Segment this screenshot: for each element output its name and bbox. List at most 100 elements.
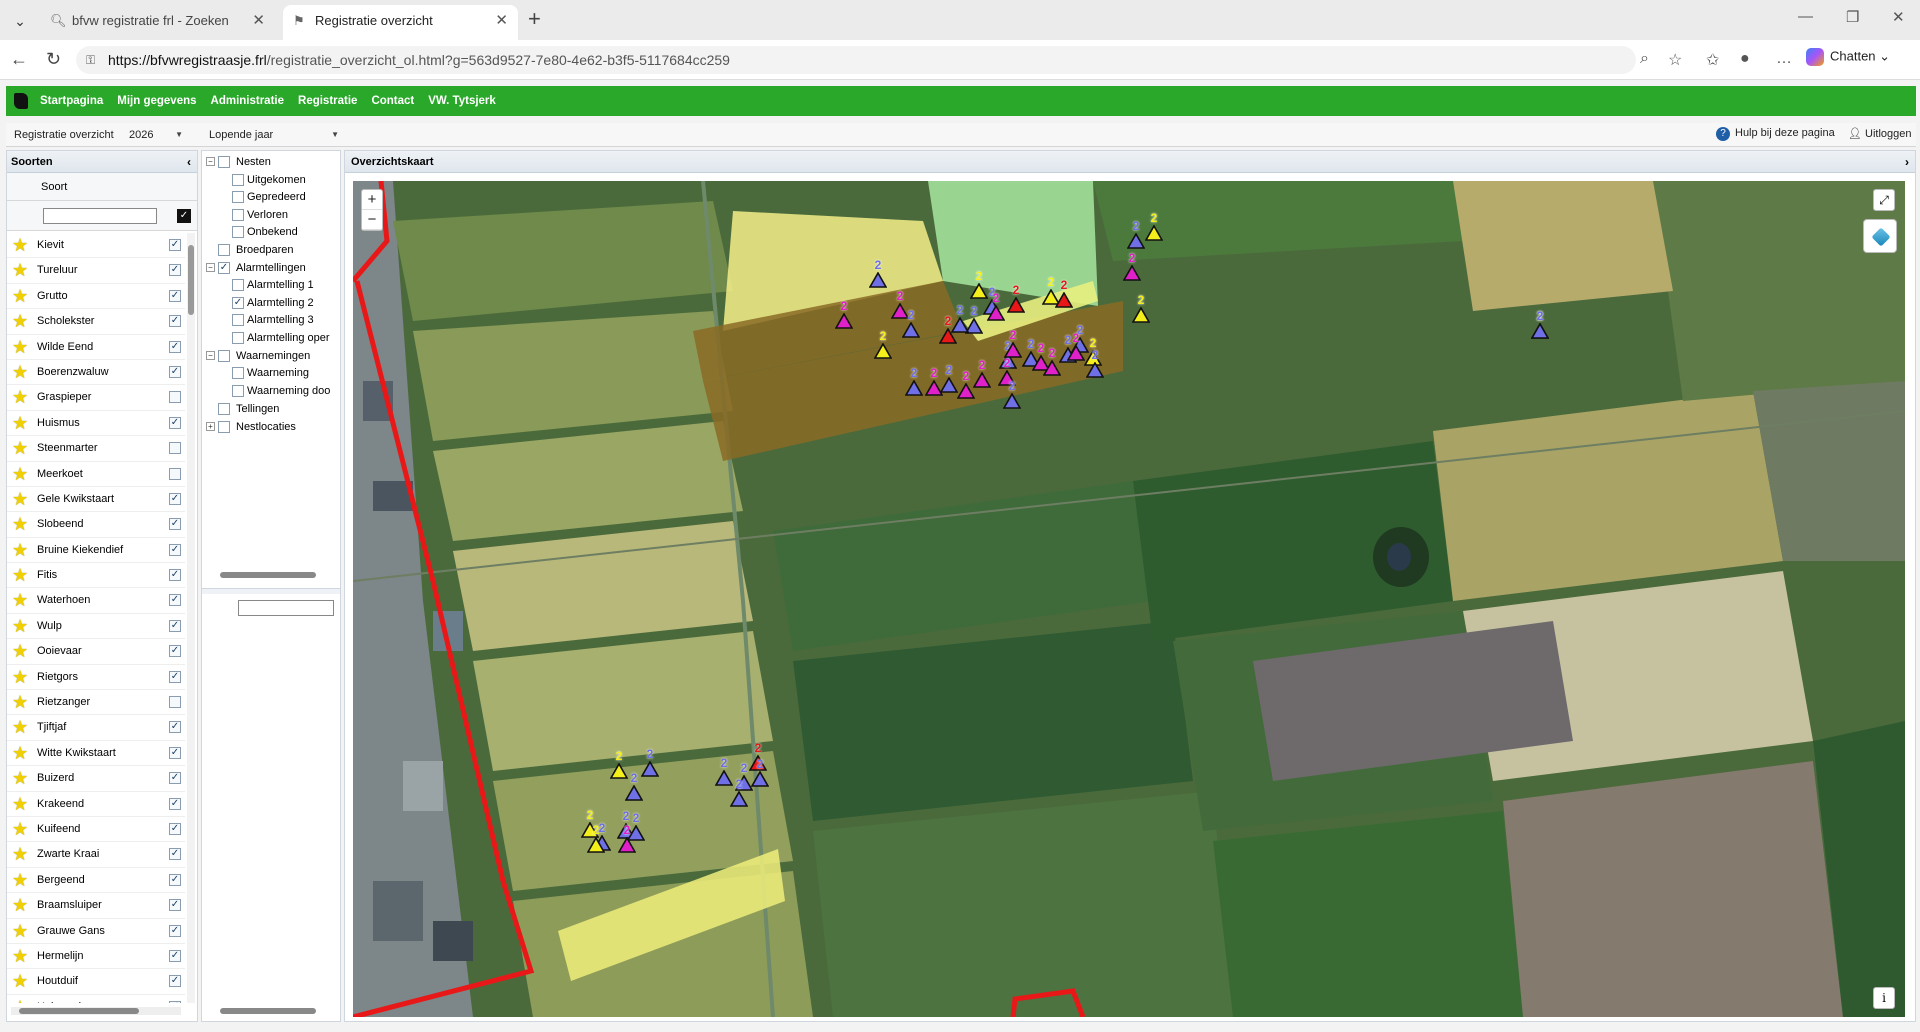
- species-checkbox[interactable]: [169, 391, 181, 404]
- alarm-marker-blue[interactable]: 2: [900, 308, 922, 346]
- tree-checkbox[interactable]: [218, 244, 230, 256]
- species-row[interactable]: ★ Wulp ✓: [7, 614, 185, 640]
- species-checkbox[interactable]: ✓: [169, 1000, 181, 1003]
- scroll-thumb[interactable]: [188, 245, 194, 315]
- species-checkbox[interactable]: ✓: [169, 365, 181, 378]
- species-row[interactable]: ★ Braamsluiper ✓: [7, 893, 185, 919]
- species-checkbox[interactable]: ✓: [169, 315, 181, 328]
- species-row[interactable]: ★ Wilde Eend ✓: [7, 335, 185, 360]
- tab-list-chevron-icon[interactable]: ⌄: [6, 8, 34, 34]
- species-checkbox[interactable]: ✓: [169, 264, 181, 277]
- alarm-marker-yellow[interactable]: 2: [872, 329, 894, 367]
- species-row[interactable]: ★ Rietzanger: [7, 690, 185, 716]
- tree-checkbox[interactable]: [232, 209, 244, 221]
- species-checkbox[interactable]: [169, 467, 181, 480]
- tree-checkbox[interactable]: ✓: [232, 297, 244, 309]
- species-row[interactable]: ★ Hermelijn ✓: [7, 944, 185, 970]
- menu-startpagina[interactable]: Startpagina: [40, 95, 103, 107]
- alarm-marker-blue[interactable]: 2: [1529, 309, 1551, 347]
- browser-tab-search[interactable]: 🔍︎ bfvw registratie frl - Zoeken ✕: [40, 5, 275, 40]
- species-row[interactable]: ★ Steenmarter: [7, 436, 185, 462]
- species-checkbox[interactable]: ✓: [169, 569, 181, 582]
- alarm-marker-magenta[interactable]: 2: [1121, 251, 1143, 289]
- select-all-checkbox[interactable]: ✓: [177, 209, 191, 223]
- species-row[interactable]: ★ Witte Kwikstaart ✓: [7, 741, 185, 767]
- tree-checkbox[interactable]: ✓: [218, 262, 230, 274]
- species-checkbox[interactable]: [169, 442, 181, 455]
- expand-toggle-icon[interactable]: −: [206, 351, 215, 360]
- more-icon[interactable]: …: [1776, 50, 1792, 68]
- expand-toggle-icon[interactable]: −: [206, 157, 215, 166]
- tree-checkbox[interactable]: [232, 191, 244, 203]
- layer-switcher-button[interactable]: [1863, 219, 1897, 253]
- species-checkbox[interactable]: [169, 696, 181, 709]
- species-checkbox[interactable]: ✓: [169, 848, 181, 861]
- species-checkbox[interactable]: ✓: [169, 518, 181, 531]
- minimize-icon[interactable]: —: [1798, 8, 1813, 25]
- alarm-marker-blue[interactable]: 2: [867, 258, 889, 296]
- close-tab-icon[interactable]: ✕: [252, 5, 265, 37]
- browser-tab-registratie[interactable]: ⚑ Registratie overzicht ✕: [283, 5, 518, 40]
- alarm-marker-magenta[interactable]: 2: [616, 823, 638, 861]
- zoom-out-button[interactable]: −: [362, 210, 382, 230]
- species-row[interactable]: ★ Houtduif ✓: [7, 969, 185, 995]
- species-row[interactable]: ★ Kuifeend ✓: [7, 817, 185, 843]
- species-row[interactable]: ★ Slobeend ✓: [7, 512, 185, 538]
- species-row[interactable]: ★ Gele Kwikstaart ✓: [7, 487, 185, 513]
- tree-checkbox[interactable]: [218, 350, 230, 362]
- panel-splitter[interactable]: [202, 588, 340, 594]
- alarm-marker-red[interactable]: 2: [1053, 278, 1075, 316]
- favorites-icon[interactable]: ✩: [1706, 50, 1719, 70]
- close-tab-icon[interactable]: ✕: [495, 5, 508, 37]
- expand-toggle-icon[interactable]: −: [206, 263, 215, 272]
- species-checkbox[interactable]: ✓: [169, 924, 181, 937]
- tree-checkbox[interactable]: [232, 367, 244, 379]
- species-row[interactable]: ★ Fitis ✓: [7, 563, 185, 589]
- year-select[interactable]: 2026 ▼: [124, 126, 188, 144]
- tree-checkbox[interactable]: [218, 156, 230, 168]
- species-row[interactable]: ★ Ooievaar ✓: [7, 639, 185, 665]
- tree-bottom-scrollbar[interactable]: [206, 1007, 336, 1015]
- alarm-marker-red[interactable]: 2: [1005, 283, 1027, 321]
- species-checkbox[interactable]: ✓: [169, 416, 181, 429]
- close-window-icon[interactable]: ✕: [1892, 8, 1905, 26]
- species-checkbox[interactable]: ✓: [169, 645, 181, 658]
- species-row[interactable]: ★ Grutto ✓: [7, 284, 185, 310]
- species-checkbox[interactable]: ✓: [169, 899, 181, 912]
- species-row[interactable]: ★ Kievit ✓: [7, 233, 185, 259]
- tree-checkbox[interactable]: [232, 314, 244, 326]
- species-row[interactable]: ★ Boerenzwaluw ✓: [7, 360, 185, 386]
- alarm-marker-magenta[interactable]: 2: [833, 299, 855, 337]
- reload-icon[interactable]: ↻: [46, 49, 61, 70]
- menu-vw-tytsjerk[interactable]: VW. Tytsjerk: [428, 95, 496, 107]
- profile-avatar-icon[interactable]: ●: [1740, 50, 1750, 68]
- species-row[interactable]: ★ Waterhoen ✓: [7, 588, 185, 614]
- scroll-thumb[interactable]: [19, 1008, 139, 1014]
- species-row[interactable]: ★ Meerkoet: [7, 462, 185, 487]
- species-row[interactable]: ★ Tureluur ✓: [7, 258, 185, 284]
- species-row[interactable]: ★ Tjiftjaf ✓: [7, 715, 185, 741]
- expand-toggle-icon[interactable]: +: [206, 422, 215, 431]
- tree-checkbox[interactable]: [218, 403, 230, 415]
- tree-checkbox[interactable]: [232, 332, 244, 344]
- alarm-marker-blue[interactable]: 2: [949, 303, 971, 341]
- species-hscrollbar[interactable]: [11, 1007, 181, 1015]
- species-checkbox[interactable]: ✓: [169, 721, 181, 734]
- alarm-marker-yellow[interactable]: 2: [1143, 211, 1165, 249]
- species-checkbox[interactable]: ✓: [169, 619, 181, 632]
- species-checkbox[interactable]: ✓: [169, 543, 181, 556]
- site-info-icon[interactable]: ⚿: [86, 46, 95, 74]
- alarm-marker-yellow[interactable]: 2: [1130, 293, 1152, 331]
- species-row[interactable]: ★ Scholekster ✓: [7, 309, 185, 335]
- species-row[interactable]: ★ Huismus ✓: [7, 411, 185, 437]
- restore-icon[interactable]: ❐: [1846, 8, 1859, 26]
- tree-hscrollbar[interactable]: [206, 571, 336, 579]
- species-checkbox[interactable]: ✓: [169, 492, 181, 505]
- species-checkbox[interactable]: ✓: [169, 289, 181, 302]
- species-checkbox[interactable]: ✓: [169, 975, 181, 988]
- scroll-thumb[interactable]: [220, 572, 316, 578]
- species-checkbox[interactable]: ✓: [169, 822, 181, 835]
- tree-checkbox[interactable]: [232, 279, 244, 291]
- menu-registratie[interactable]: Registratie: [298, 95, 357, 107]
- alarm-marker-yellow[interactable]: 2: [585, 823, 607, 861]
